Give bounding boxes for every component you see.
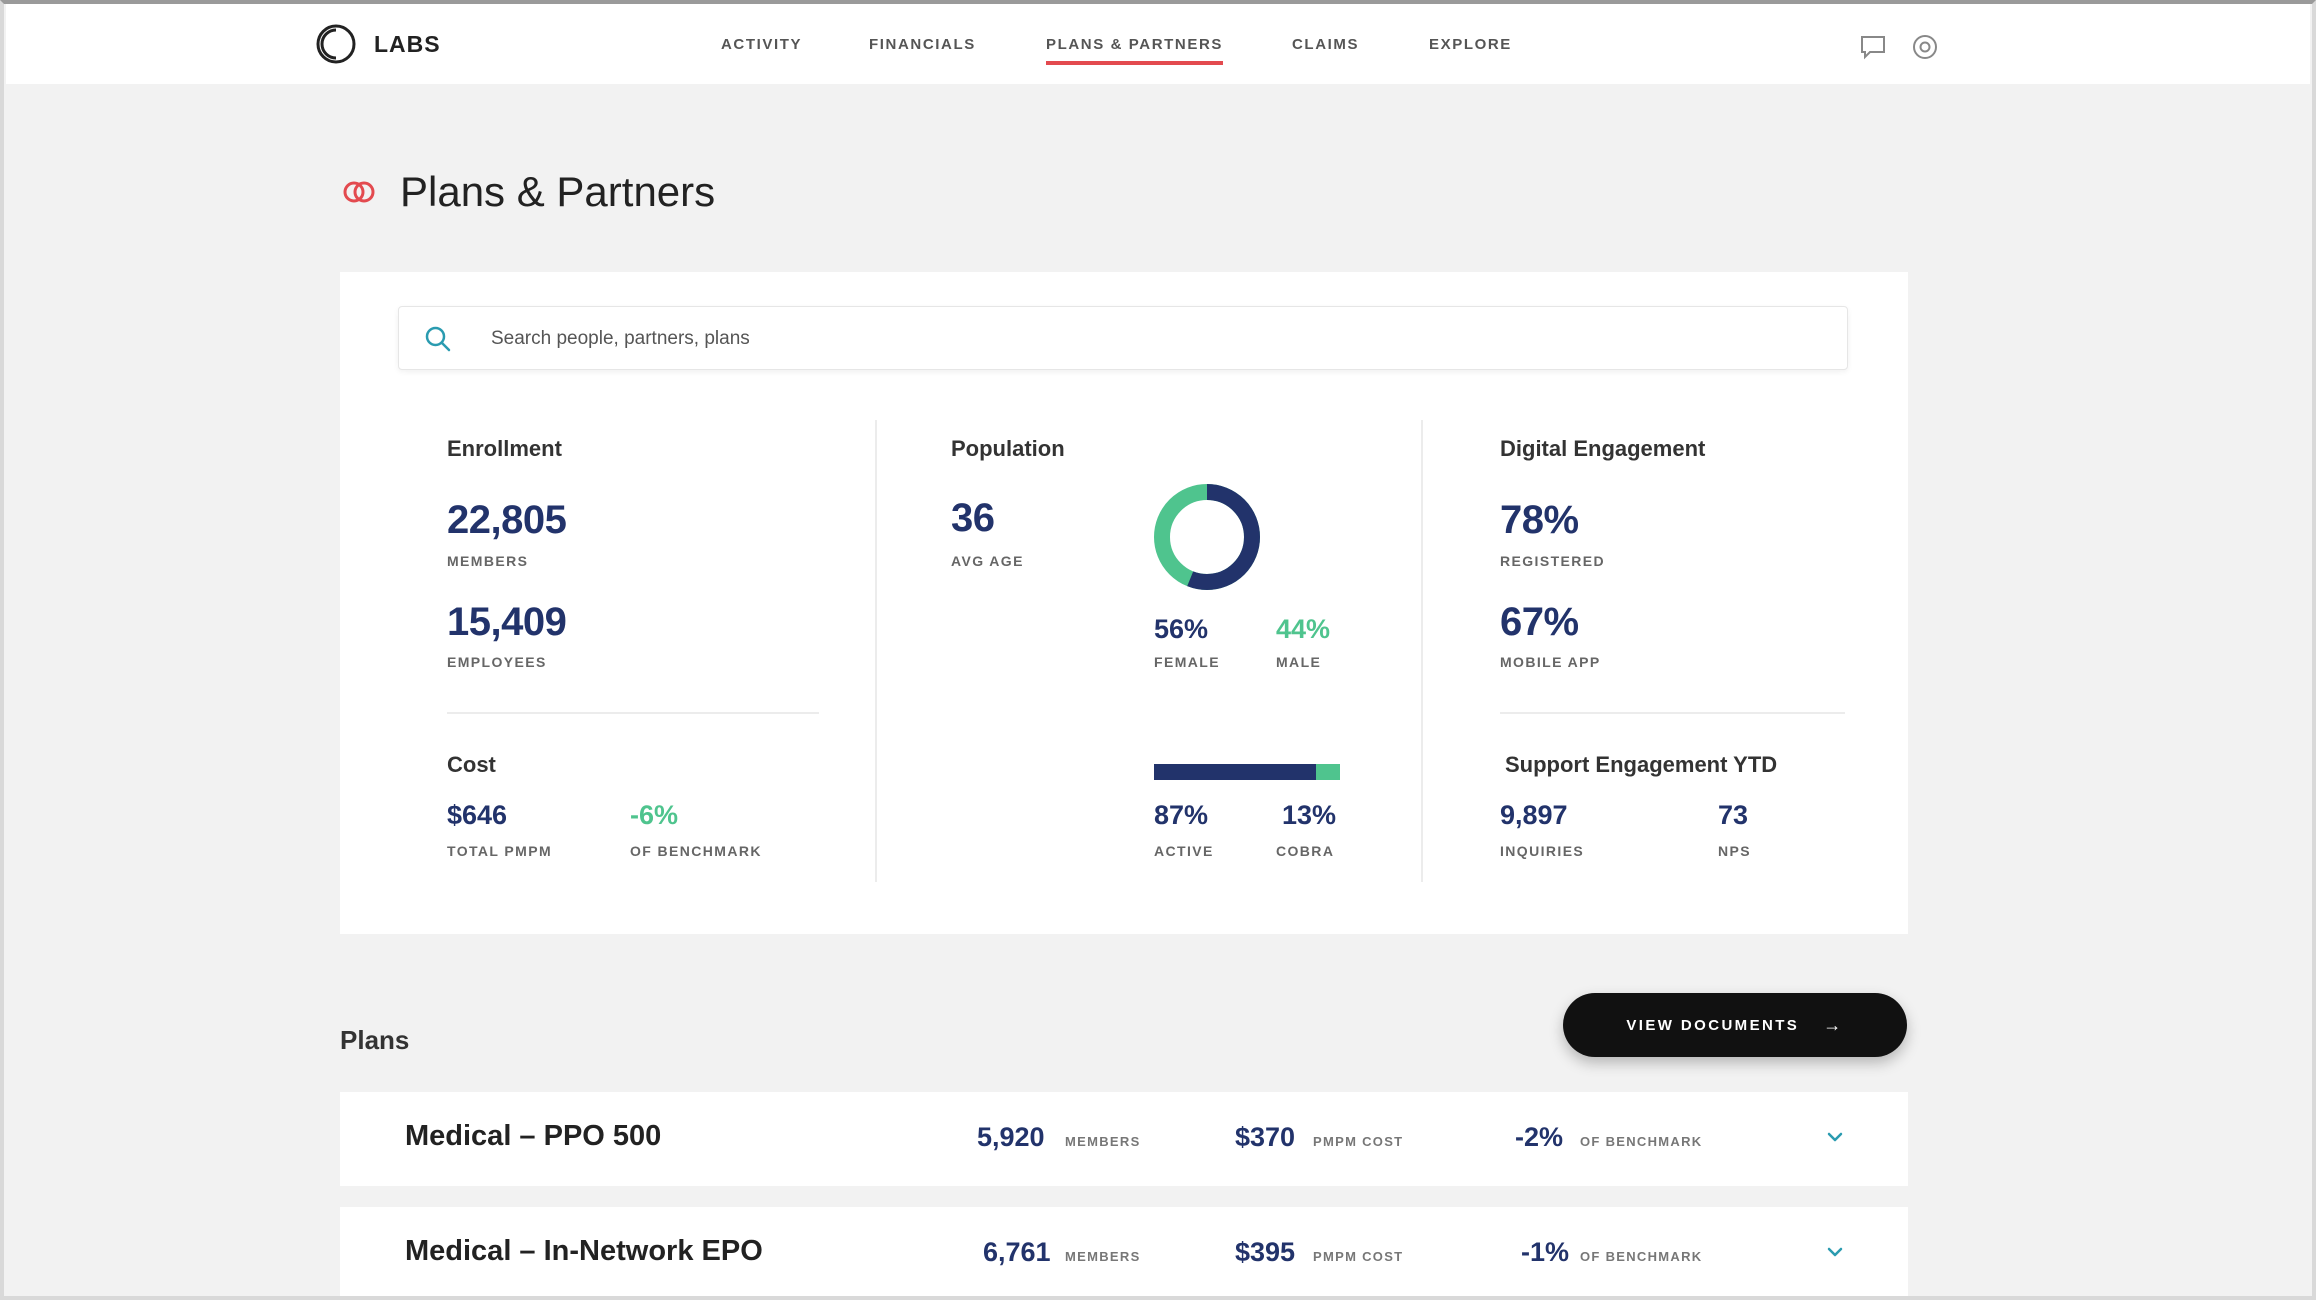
cobra-label: COBRA <box>1276 843 1335 859</box>
enrollment-title: Enrollment <box>447 436 562 461</box>
divider <box>1500 712 1845 714</box>
logo-text: LABS <box>374 30 441 57</box>
mobile-app-value: 67% <box>1500 600 1579 644</box>
search-input[interactable] <box>491 321 1791 357</box>
plan-row[interactable]: Medical – In-Network EPO 6,761 MEMBERS $… <box>340 1207 1908 1300</box>
population-title: Population <box>951 436 1065 461</box>
view-documents-button[interactable]: VIEW DOCUMENTS → <box>1563 993 1907 1057</box>
registered-label: REGISTERED <box>1500 553 1606 569</box>
digital-engagement-title: Digital Engagement <box>1500 436 1706 461</box>
page-header: Plans & Partners <box>340 168 715 216</box>
nps-label: NPS <box>1718 843 1751 859</box>
header-actions <box>1858 32 1940 62</box>
nps-value: 73 <box>1718 800 1749 830</box>
members-value: 22,805 <box>447 498 567 542</box>
female-value: 56% <box>1154 614 1209 644</box>
active-bar-fill <box>1154 764 1316 780</box>
nav-financials[interactable]: FINANCIALS <box>869 36 976 53</box>
plan-benchmark-value: -1% <box>1521 1237 1570 1267</box>
plan-members-value: 6,761 <box>983 1237 1051 1267</box>
plan-name: Medical – In-Network EPO <box>405 1235 763 1267</box>
gender-donut-chart <box>1154 484 1260 590</box>
arrow-right-icon: → <box>1823 1014 1844 1035</box>
chevron-down-icon[interactable] <box>1820 1122 1850 1152</box>
mobile-app-label: MOBILE APP <box>1500 654 1601 670</box>
divider <box>875 420 877 882</box>
divider <box>1421 420 1423 882</box>
plan-benchmark-label: OF BENCHMARK <box>1580 1134 1703 1149</box>
nav-plans-partners[interactable]: PLANS & PARTNERS <box>1046 36 1223 65</box>
active-value: 87% <box>1154 800 1209 830</box>
employees-label: EMPLOYEES <box>447 654 547 670</box>
avg-age-label: AVG AGE <box>951 553 1024 569</box>
summary-card: Enrollment 22,805 MEMBERS 15,409 EMPLOYE… <box>340 272 1908 934</box>
search-icon <box>425 326 451 352</box>
avg-age-value: 36 <box>951 496 995 540</box>
cost-benchmark-value: -6% <box>630 800 679 830</box>
inquiries-label: INQUIRIES <box>1500 843 1585 859</box>
male-label: MALE <box>1276 654 1322 670</box>
employees-value: 15,409 <box>447 600 567 644</box>
top-nav-bar: LABS ACTIVITY FINANCIALS PLANS & PARTNER… <box>6 4 2310 84</box>
logo[interactable]: LABS <box>314 22 441 66</box>
cost-benchmark-label: OF BENCHMARK <box>630 843 762 859</box>
plan-row[interactable]: Medical – PPO 500 5,920 MEMBERS $370 PMP… <box>340 1092 1908 1186</box>
plan-cost-label: PMPM COST <box>1313 1249 1404 1264</box>
nav-claims[interactable]: CLAIMS <box>1292 36 1359 53</box>
chevron-down-icon[interactable] <box>1820 1237 1850 1267</box>
plan-members-value: 5,920 <box>977 1122 1045 1152</box>
plan-members-label: MEMBERS <box>1065 1134 1141 1149</box>
nav-activity[interactable]: ACTIVITY <box>721 36 802 53</box>
plan-name: Medical – PPO 500 <box>405 1120 662 1152</box>
plan-cost-value: $370 <box>1235 1122 1296 1152</box>
chat-icon[interactable] <box>1858 32 1888 62</box>
registered-value: 78% <box>1500 498 1579 542</box>
view-documents-label: VIEW DOCUMENTS <box>1626 1016 1800 1034</box>
female-label: FEMALE <box>1154 654 1220 670</box>
plan-benchmark-value: -2% <box>1515 1122 1564 1152</box>
cobra-value: 13% <box>1282 800 1337 830</box>
active-cobra-bar <box>1154 764 1340 780</box>
plan-benchmark-label: OF BENCHMARK <box>1580 1249 1703 1264</box>
link-rings-icon <box>343 181 375 203</box>
divider <box>447 712 819 714</box>
pmpm-label: TOTAL PMPM <box>447 843 552 859</box>
settings-icon[interactable] <box>1910 32 1940 62</box>
plan-cost-value: $395 <box>1235 1237 1296 1267</box>
pmpm-value: $646 <box>447 800 508 830</box>
nav-explore[interactable]: EXPLORE <box>1429 36 1512 53</box>
inquiries-value: 9,897 <box>1500 800 1568 830</box>
search-bar <box>398 306 1848 370</box>
members-label: MEMBERS <box>447 553 529 569</box>
active-label: ACTIVE <box>1154 843 1214 859</box>
support-engagement-title: Support Engagement YTD <box>1505 752 1778 777</box>
plan-cost-label: PMPM COST <box>1313 1134 1404 1149</box>
cost-title: Cost <box>447 752 496 777</box>
labs-logo-icon <box>316 24 356 64</box>
plan-members-label: MEMBERS <box>1065 1249 1141 1264</box>
plans-title: Plans <box>340 1025 410 1055</box>
male-value: 44% <box>1276 614 1331 644</box>
page-title: Plans & Partners <box>400 168 716 215</box>
